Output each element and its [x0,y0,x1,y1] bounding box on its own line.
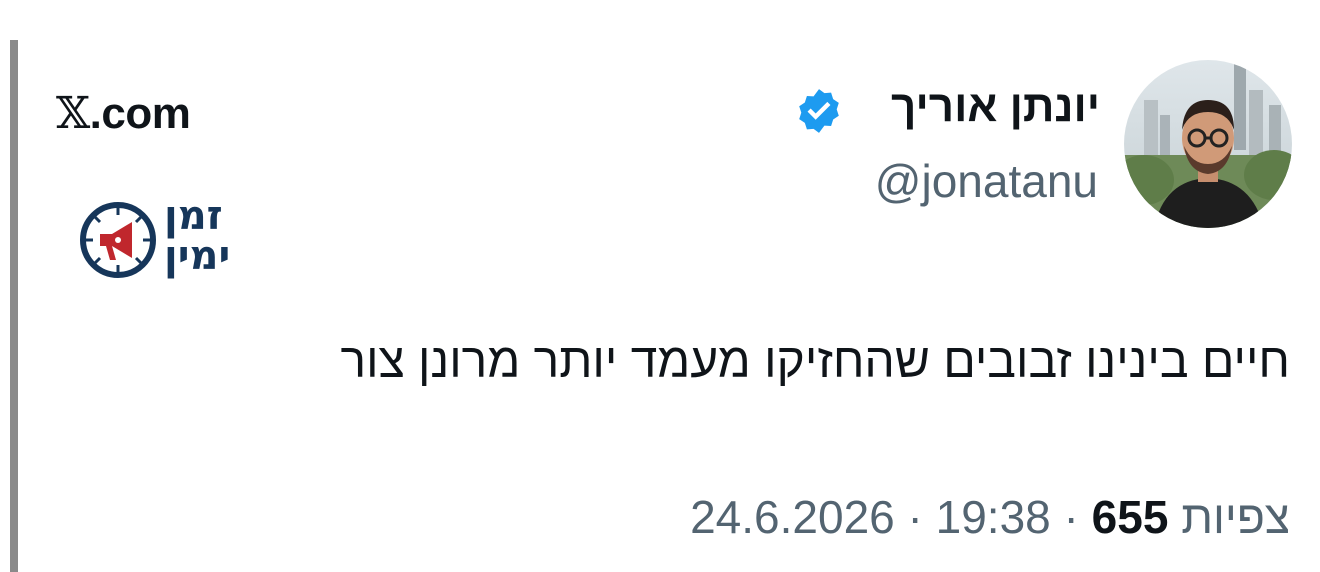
author-display-name[interactable]: יונתן אוריך [891,82,1100,132]
avatar-photo [1124,60,1292,228]
meta-separator-1: · [1063,491,1079,543]
tweet-time[interactable]: 19:38 [936,491,1051,543]
tweet-screenshot: 𝕏.com זמן ימין יונתן אוריך @jonatanu חיי… [0,0,1320,572]
avatar[interactable] [1124,60,1292,228]
x-logo-icon: 𝕏 [56,88,90,139]
brand-logo-text: זמן ימין [164,196,230,276]
site-label[interactable]: 𝕏.com [56,88,191,139]
meta-separator-2: · [907,491,923,543]
site-suffix: .com [89,89,191,138]
tweet-text: חיים בינינו זבובים שהחזיקו מעמד יותר מרו… [340,335,1290,388]
brand-line-2: ימין [164,233,231,279]
brand-line-1: זמן [164,193,223,239]
tweet-date[interactable]: 24.6.2026 [690,491,895,543]
verified-badge-icon [799,89,839,133]
tweet-meta: צפיות 655 · 19:38 · 24.6.2026 [690,490,1290,544]
author-handle[interactable]: @jonatanu [875,154,1098,208]
views-count: 655 [1091,491,1169,543]
views-label: צפיות [1181,491,1290,543]
quote-bar [10,40,18,572]
